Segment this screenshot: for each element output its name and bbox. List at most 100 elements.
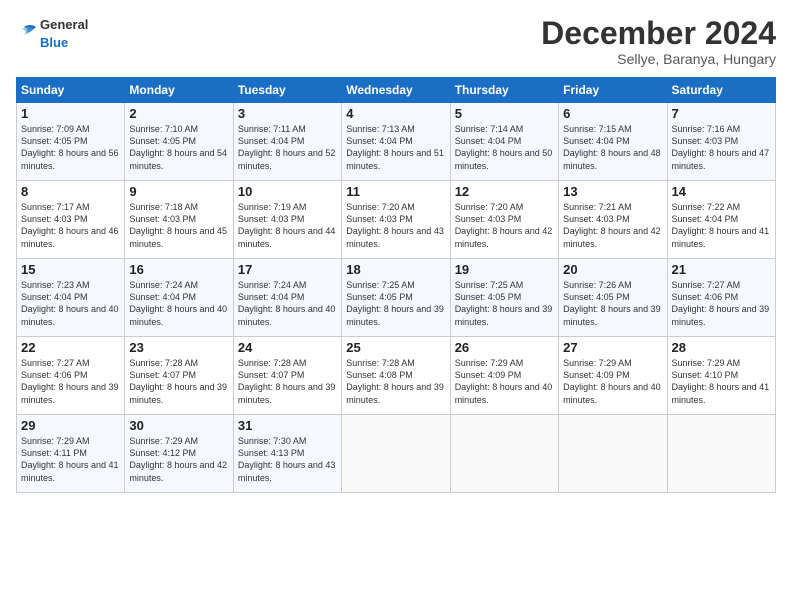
calendar-cell: 18 Sunrise: 7:25 AM Sunset: 4:05 PM Dayl…	[342, 259, 450, 337]
week-row-5: 29 Sunrise: 7:29 AM Sunset: 4:11 PM Dayl…	[17, 415, 776, 493]
header-wednesday: Wednesday	[342, 78, 450, 103]
cell-content: Sunrise: 7:29 AM Sunset: 4:12 PM Dayligh…	[129, 435, 228, 484]
header-saturday: Saturday	[667, 78, 775, 103]
logo-bird-icon	[16, 23, 38, 45]
cell-content: Sunrise: 7:28 AM Sunset: 4:07 PM Dayligh…	[129, 357, 228, 406]
week-row-1: 1 Sunrise: 7:09 AM Sunset: 4:05 PM Dayli…	[17, 103, 776, 181]
cell-content: Sunrise: 7:20 AM Sunset: 4:03 PM Dayligh…	[346, 201, 445, 250]
day-number: 3	[238, 106, 337, 121]
calendar-table: SundayMondayTuesdayWednesdayThursdayFrid…	[16, 77, 776, 493]
day-number: 7	[672, 106, 771, 121]
cell-content: Sunrise: 7:29 AM Sunset: 4:09 PM Dayligh…	[455, 357, 554, 406]
month-title: December 2024	[541, 16, 776, 51]
cell-content: Sunrise: 7:23 AM Sunset: 4:04 PM Dayligh…	[21, 279, 120, 328]
day-number: 11	[346, 184, 445, 199]
calendar-cell: 3 Sunrise: 7:11 AM Sunset: 4:04 PM Dayli…	[233, 103, 341, 181]
cell-content: Sunrise: 7:11 AM Sunset: 4:04 PM Dayligh…	[238, 123, 337, 172]
week-row-2: 8 Sunrise: 7:17 AM Sunset: 4:03 PM Dayli…	[17, 181, 776, 259]
week-row-3: 15 Sunrise: 7:23 AM Sunset: 4:04 PM Dayl…	[17, 259, 776, 337]
cell-content: Sunrise: 7:28 AM Sunset: 4:07 PM Dayligh…	[238, 357, 337, 406]
calendar-cell: 20 Sunrise: 7:26 AM Sunset: 4:05 PM Dayl…	[559, 259, 667, 337]
cell-content: Sunrise: 7:24 AM Sunset: 4:04 PM Dayligh…	[129, 279, 228, 328]
cell-content: Sunrise: 7:26 AM Sunset: 4:05 PM Dayligh…	[563, 279, 662, 328]
day-number: 5	[455, 106, 554, 121]
cell-content: Sunrise: 7:29 AM Sunset: 4:11 PM Dayligh…	[21, 435, 120, 484]
cell-content: Sunrise: 7:25 AM Sunset: 4:05 PM Dayligh…	[455, 279, 554, 328]
cell-content: Sunrise: 7:24 AM Sunset: 4:04 PM Dayligh…	[238, 279, 337, 328]
day-number: 24	[238, 340, 337, 355]
day-number: 14	[672, 184, 771, 199]
logo-general: General	[40, 17, 88, 32]
calendar-cell: 15 Sunrise: 7:23 AM Sunset: 4:04 PM Dayl…	[17, 259, 125, 337]
week-row-4: 22 Sunrise: 7:27 AM Sunset: 4:06 PM Dayl…	[17, 337, 776, 415]
cell-content: Sunrise: 7:17 AM Sunset: 4:03 PM Dayligh…	[21, 201, 120, 250]
calendar-cell: 8 Sunrise: 7:17 AM Sunset: 4:03 PM Dayli…	[17, 181, 125, 259]
cell-content: Sunrise: 7:27 AM Sunset: 4:06 PM Dayligh…	[21, 357, 120, 406]
calendar-cell: 21 Sunrise: 7:27 AM Sunset: 4:06 PM Dayl…	[667, 259, 775, 337]
day-number: 20	[563, 262, 662, 277]
cell-content: Sunrise: 7:16 AM Sunset: 4:03 PM Dayligh…	[672, 123, 771, 172]
calendar-cell	[559, 415, 667, 493]
header-tuesday: Tuesday	[233, 78, 341, 103]
calendar-cell: 11 Sunrise: 7:20 AM Sunset: 4:03 PM Dayl…	[342, 181, 450, 259]
day-number: 31	[238, 418, 337, 433]
calendar-cell: 1 Sunrise: 7:09 AM Sunset: 4:05 PM Dayli…	[17, 103, 125, 181]
cell-content: Sunrise: 7:30 AM Sunset: 4:13 PM Dayligh…	[238, 435, 337, 484]
calendar-cell: 5 Sunrise: 7:14 AM Sunset: 4:04 PM Dayli…	[450, 103, 558, 181]
calendar-cell: 14 Sunrise: 7:22 AM Sunset: 4:04 PM Dayl…	[667, 181, 775, 259]
cell-content: Sunrise: 7:29 AM Sunset: 4:10 PM Dayligh…	[672, 357, 771, 406]
header-friday: Friday	[559, 78, 667, 103]
calendar-cell: 29 Sunrise: 7:29 AM Sunset: 4:11 PM Dayl…	[17, 415, 125, 493]
calendar-cell: 19 Sunrise: 7:25 AM Sunset: 4:05 PM Dayl…	[450, 259, 558, 337]
calendar-cell: 13 Sunrise: 7:21 AM Sunset: 4:03 PM Dayl…	[559, 181, 667, 259]
day-number: 12	[455, 184, 554, 199]
cell-content: Sunrise: 7:25 AM Sunset: 4:05 PM Dayligh…	[346, 279, 445, 328]
day-number: 17	[238, 262, 337, 277]
calendar-cell: 12 Sunrise: 7:20 AM Sunset: 4:03 PM Dayl…	[450, 181, 558, 259]
calendar-cell: 27 Sunrise: 7:29 AM Sunset: 4:09 PM Dayl…	[559, 337, 667, 415]
cell-content: Sunrise: 7:22 AM Sunset: 4:04 PM Dayligh…	[672, 201, 771, 250]
day-number: 22	[21, 340, 120, 355]
cell-content: Sunrise: 7:20 AM Sunset: 4:03 PM Dayligh…	[455, 201, 554, 250]
day-number: 9	[129, 184, 228, 199]
cell-content: Sunrise: 7:10 AM Sunset: 4:05 PM Dayligh…	[129, 123, 228, 172]
day-number: 18	[346, 262, 445, 277]
day-number: 23	[129, 340, 228, 355]
header-thursday: Thursday	[450, 78, 558, 103]
cell-content: Sunrise: 7:21 AM Sunset: 4:03 PM Dayligh…	[563, 201, 662, 250]
day-number: 1	[21, 106, 120, 121]
cell-content: Sunrise: 7:14 AM Sunset: 4:04 PM Dayligh…	[455, 123, 554, 172]
cell-content: Sunrise: 7:13 AM Sunset: 4:04 PM Dayligh…	[346, 123, 445, 172]
day-number: 4	[346, 106, 445, 121]
day-number: 6	[563, 106, 662, 121]
day-number: 8	[21, 184, 120, 199]
day-number: 28	[672, 340, 771, 355]
calendar-cell	[667, 415, 775, 493]
calendar-cell: 25 Sunrise: 7:28 AM Sunset: 4:08 PM Dayl…	[342, 337, 450, 415]
cell-content: Sunrise: 7:27 AM Sunset: 4:06 PM Dayligh…	[672, 279, 771, 328]
calendar-cell: 31 Sunrise: 7:30 AM Sunset: 4:13 PM Dayl…	[233, 415, 341, 493]
calendar-cell: 6 Sunrise: 7:15 AM Sunset: 4:04 PM Dayli…	[559, 103, 667, 181]
day-number: 25	[346, 340, 445, 355]
calendar-page: General Blue December 2024 Sellye, Baran…	[0, 0, 792, 612]
calendar-cell: 2 Sunrise: 7:10 AM Sunset: 4:05 PM Dayli…	[125, 103, 233, 181]
calendar-cell: 26 Sunrise: 7:29 AM Sunset: 4:09 PM Dayl…	[450, 337, 558, 415]
calendar-cell: 10 Sunrise: 7:19 AM Sunset: 4:03 PM Dayl…	[233, 181, 341, 259]
calendar-cell: 30 Sunrise: 7:29 AM Sunset: 4:12 PM Dayl…	[125, 415, 233, 493]
location-subtitle: Sellye, Baranya, Hungary	[541, 51, 776, 67]
calendar-cell	[342, 415, 450, 493]
calendar-cell: 4 Sunrise: 7:13 AM Sunset: 4:04 PM Dayli…	[342, 103, 450, 181]
day-number: 15	[21, 262, 120, 277]
cell-content: Sunrise: 7:29 AM Sunset: 4:09 PM Dayligh…	[563, 357, 662, 406]
cell-content: Sunrise: 7:28 AM Sunset: 4:08 PM Dayligh…	[346, 357, 445, 406]
day-number: 13	[563, 184, 662, 199]
title-block: December 2024 Sellye, Baranya, Hungary	[541, 16, 776, 67]
cell-content: Sunrise: 7:19 AM Sunset: 4:03 PM Dayligh…	[238, 201, 337, 250]
logo-blue: Blue	[40, 35, 68, 50]
calendar-cell: 16 Sunrise: 7:24 AM Sunset: 4:04 PM Dayl…	[125, 259, 233, 337]
calendar-cell: 17 Sunrise: 7:24 AM Sunset: 4:04 PM Dayl…	[233, 259, 341, 337]
day-number: 2	[129, 106, 228, 121]
header-monday: Monday	[125, 78, 233, 103]
page-header: General Blue December 2024 Sellye, Baran…	[16, 16, 776, 67]
calendar-cell: 23 Sunrise: 7:28 AM Sunset: 4:07 PM Dayl…	[125, 337, 233, 415]
